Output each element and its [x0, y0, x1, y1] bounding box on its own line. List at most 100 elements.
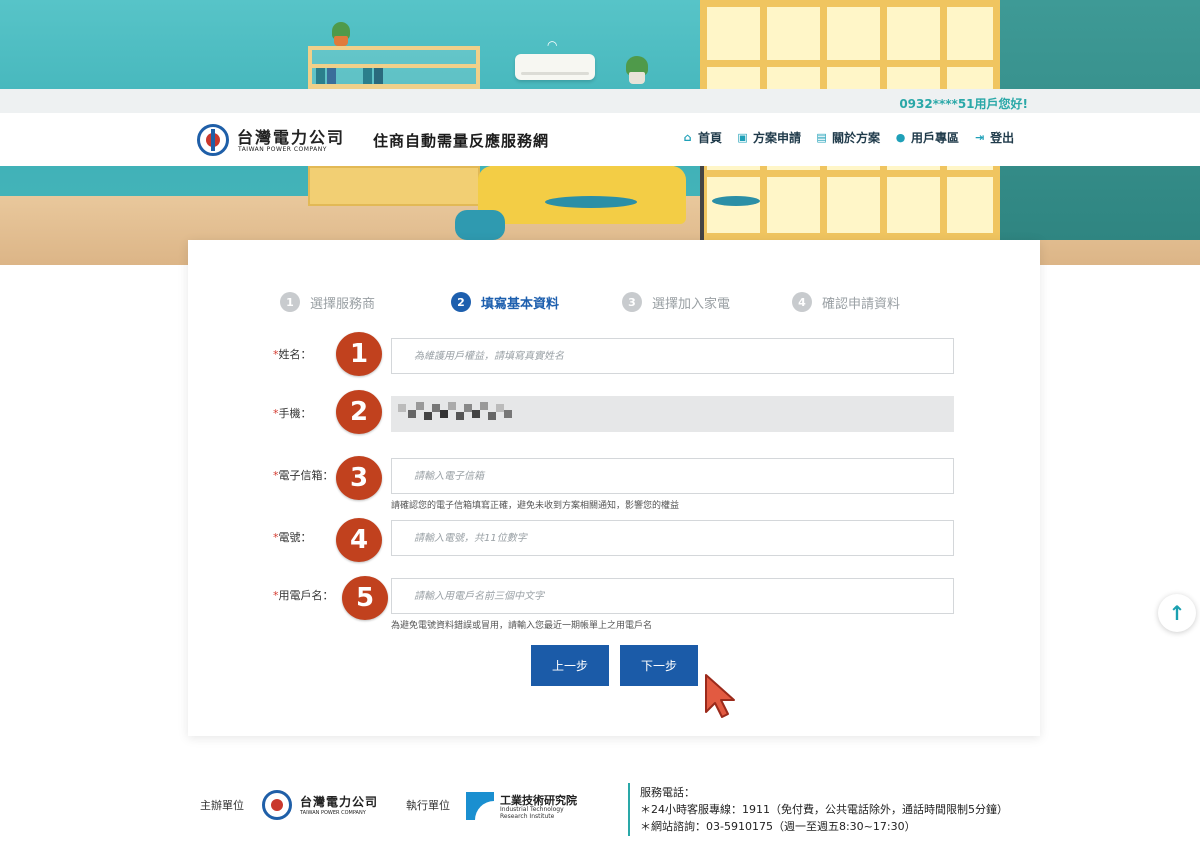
- footer-taipower-en: TAIWAN POWER COMPANY: [300, 810, 366, 816]
- mosaic-cell: [408, 410, 416, 418]
- step-number: 3: [622, 292, 642, 312]
- cursor-arrow-icon: [705, 674, 735, 718]
- meter-label: *電號：: [273, 529, 312, 545]
- itri-logo-icon: [466, 792, 494, 820]
- mosaic-cell: [488, 412, 496, 420]
- phone-label-text: 手機：: [278, 407, 312, 420]
- nav-label: 首頁: [698, 131, 723, 145]
- step-label: 選擇服務商: [310, 296, 376, 312]
- mosaic-cell: [504, 410, 512, 418]
- taipower-logo-icon[interactable]: [197, 124, 229, 156]
- main-nav: ⌂ 首頁 ▣ 方案申請 ▤ 關於方案 ● 用戶專區 ⇥ 登出: [681, 129, 1015, 146]
- email-hint: 請確認您的電子信箱填寫正確，避免未收到方案相關通知，影響您的權益: [391, 501, 680, 511]
- site-title: 住商自動需量反應服務網: [373, 132, 550, 150]
- mosaic-cell: [456, 412, 464, 420]
- step-label: 確認申請資料: [822, 296, 901, 312]
- mosaic-cell: [416, 402, 424, 410]
- redacted-phone-mosaic: [398, 398, 516, 430]
- mosaic-cell: [480, 402, 488, 410]
- organizer-label: 主辦單位: [200, 799, 244, 812]
- annotation-badge-1: 1: [336, 332, 382, 376]
- itri-name-en: Industrial Technology Research Institute: [500, 806, 564, 820]
- phone-label: *手機：: [273, 405, 312, 421]
- step-1: 1 選擇服務商: [280, 292, 375, 312]
- account-name-label: *用電戶名：: [273, 587, 334, 603]
- nav-home[interactable]: ⌂ 首頁: [681, 129, 722, 146]
- mosaic-cell: [464, 404, 472, 412]
- hero-stool: [455, 210, 505, 240]
- step-number: 1: [280, 292, 300, 312]
- hero-book: [363, 68, 372, 84]
- nav-label: 登出: [990, 131, 1015, 145]
- nav-application[interactable]: ▣ 方案申請: [736, 129, 801, 146]
- name-input[interactable]: [391, 338, 954, 374]
- step-label: 選擇加入家電: [652, 296, 731, 312]
- nav-user-area[interactable]: ● 用戶專區: [894, 129, 959, 146]
- annotation-badge-2: 2: [336, 390, 382, 434]
- email-label: *電子信箱：: [273, 467, 334, 483]
- hero-book: [327, 68, 336, 84]
- logo-text-zh[interactable]: 台灣電力公司: [237, 124, 345, 148]
- hero-side-table: [712, 196, 760, 206]
- mosaic-cell: [432, 404, 440, 412]
- hero-window-frame: [700, 60, 1000, 67]
- nav-about[interactable]: ▤ 關於方案: [815, 129, 880, 146]
- name-label: *姓名：: [273, 346, 312, 362]
- hero-pot: [629, 72, 645, 84]
- footer: [0, 760, 1200, 850]
- mosaic-cell: [424, 412, 432, 420]
- mosaic-cell: [440, 410, 448, 418]
- step-2: 2 填寫基本資料: [451, 292, 559, 312]
- step-number: 4: [792, 292, 812, 312]
- hero-cabinet: [308, 166, 480, 206]
- step-indicator: 1 選擇服務商 2 填寫基本資料 3 選擇加入家電 4 確認申請資料: [280, 292, 940, 314]
- info-card-icon: ▤: [816, 131, 827, 144]
- footer-taipower-zh: 台灣電力公司: [300, 795, 379, 809]
- logout-icon: ⇥: [974, 131, 985, 144]
- service-web-inquiry: ＊網站諮詢：03-5910175（週一至週五8:30~17:30）: [640, 820, 916, 833]
- user-greeting: 0932****51用戶您好!: [899, 97, 1028, 111]
- annotation-badge-5: 5: [342, 576, 388, 620]
- annotation-badge-3: 3: [336, 456, 382, 500]
- account-name-label-text: 用電戶名：: [278, 589, 334, 602]
- back-to-top-button[interactable]: ↑: [1158, 594, 1196, 632]
- hero-pot: [334, 36, 348, 46]
- nav-label: 關於方案: [832, 131, 881, 145]
- nav-label: 方案申請: [753, 131, 802, 145]
- step-3: 3 選擇加入家電: [622, 292, 730, 312]
- wifi-icon: ◠: [547, 38, 558, 52]
- step-label: 填寫基本資料: [481, 296, 560, 312]
- logo-text-en: TAIWAN POWER COMPANY: [238, 146, 327, 153]
- hero-book: [374, 68, 383, 84]
- mosaic-cell: [496, 404, 504, 412]
- service-title: 服務電話：: [640, 786, 695, 799]
- step-number: 2: [451, 292, 471, 312]
- mosaic-cell: [398, 404, 406, 412]
- footer-divider: [628, 783, 630, 836]
- mosaic-cell: [448, 402, 456, 410]
- annotation-badge-4: 4: [336, 518, 382, 562]
- service-hotline: ＊24小時客服專線：1911（免付費，公共電話除外，通話時間限制5分鐘）: [640, 803, 1008, 816]
- email-label-text: 電子信箱：: [278, 469, 334, 482]
- nav-label: 用戶專區: [911, 131, 960, 145]
- next-step-button[interactable]: 下一步: [620, 645, 698, 686]
- hero-air-conditioner: [515, 54, 595, 80]
- name-label-text: 姓名：: [278, 348, 312, 361]
- email-input[interactable]: [391, 458, 954, 494]
- meter-number-input[interactable]: [391, 520, 954, 556]
- executor-label: 執行單位: [406, 799, 450, 812]
- hero-lamp: [700, 166, 704, 240]
- account-name-hint: 為避免電號資料錯誤或冒用，請輸入您最近一期帳單上之用電戶名: [391, 621, 653, 631]
- application-icon: ▣: [737, 131, 748, 144]
- hero-sofa: [478, 166, 686, 224]
- hero-book: [316, 68, 325, 84]
- arrow-up-icon: ↑: [1168, 601, 1186, 625]
- user-icon: ●: [895, 131, 906, 144]
- account-name-input[interactable]: [391, 578, 954, 614]
- nav-logout[interactable]: ⇥ 登出: [973, 129, 1014, 146]
- navbar: [0, 113, 1200, 166]
- hero-window-frame: [700, 170, 1000, 177]
- prev-step-button[interactable]: 上一步: [531, 645, 609, 686]
- meter-label-text: 電號：: [278, 531, 312, 544]
- mosaic-cell: [472, 410, 480, 418]
